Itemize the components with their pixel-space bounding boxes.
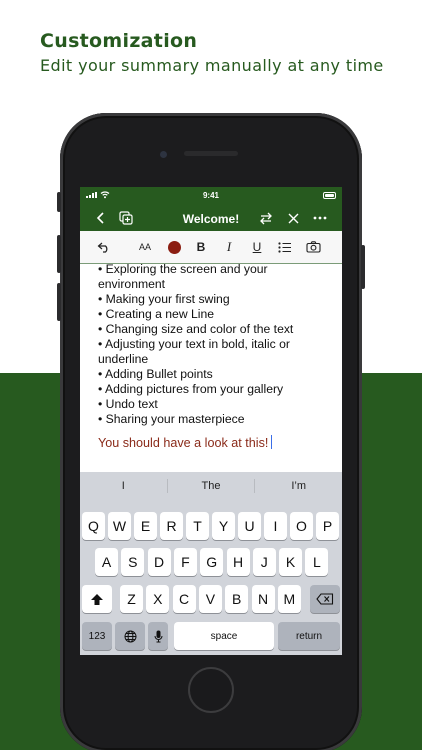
bold-button[interactable]: B — [192, 239, 210, 255]
close-icon — [288, 213, 298, 223]
camera-icon — [305, 241, 321, 253]
microphone-icon — [154, 630, 162, 642]
more-dots-icon — [313, 216, 327, 220]
undo-icon — [97, 242, 108, 253]
bullet-list-icon — [278, 241, 291, 253]
letter-key[interactable]: V — [198, 585, 222, 613]
phone-screen: 9:41 Welcome! AA B I U • Exploring the s… — [80, 187, 342, 655]
letter-key[interactable]: H — [226, 548, 250, 576]
document-line: • Changing size and color of the text — [98, 322, 294, 336]
letter-key[interactable]: M — [277, 585, 301, 613]
suggestion-3[interactable]: I’m — [255, 480, 342, 492]
text-color-button[interactable] — [165, 239, 183, 255]
document-line: • Adding pictures from your gallery — [98, 382, 284, 396]
document-line: • Undo text — [98, 397, 158, 411]
keyboard-row-1: QWERTYUIOP — [80, 512, 342, 540]
document-editor[interactable]: • Exploring the screen and your environme… — [80, 264, 342, 469]
dictation-key[interactable] — [148, 622, 168, 650]
shift-arrow-icon — [91, 593, 103, 605]
letter-key[interactable]: W — [108, 512, 131, 540]
document-line: underline — [98, 352, 149, 366]
swap-arrows-icon — [260, 212, 272, 224]
font-size-button[interactable]: AA — [136, 239, 154, 255]
letter-key[interactable]: R — [160, 512, 183, 540]
text-color-swatch — [167, 240, 181, 254]
italic-button[interactable]: I — [220, 239, 238, 255]
font-size-label: AA — [138, 242, 151, 252]
document-title: Welcome! — [182, 212, 240, 226]
letter-key[interactable]: Q — [82, 512, 105, 540]
promo-title: Customization — [40, 30, 198, 52]
keyboard-row-3: ZXCVBNM — [80, 585, 342, 613]
space-key[interactable]: space — [174, 622, 274, 650]
letter-key[interactable]: B — [225, 585, 249, 613]
return-key[interactable]: return — [278, 622, 340, 650]
shift-key[interactable] — [82, 585, 112, 613]
numbers-key[interactable]: 123 — [82, 622, 112, 650]
letter-key[interactable]: D — [147, 548, 171, 576]
front-camera — [160, 151, 167, 158]
swap-button[interactable] — [258, 210, 274, 226]
status-bar: 9:41 — [80, 187, 342, 205]
delete-key[interactable] — [310, 585, 340, 613]
more-button[interactable] — [312, 210, 328, 226]
globe-key[interactable] — [115, 622, 145, 650]
letter-key[interactable]: E — [134, 512, 157, 540]
letter-key[interactable]: G — [200, 548, 224, 576]
letter-key[interactable]: I — [264, 512, 287, 540]
letter-key[interactable]: O — [290, 512, 313, 540]
phone-volume-down — [57, 283, 61, 321]
suggestion-2[interactable]: The — [168, 480, 255, 492]
document-line: • Adding Bullet points — [98, 367, 213, 381]
predictive-bar: I The I’m — [80, 472, 342, 500]
letter-key[interactable]: Y — [212, 512, 235, 540]
letter-key[interactable]: A — [95, 548, 118, 576]
promo-subtitle: Edit your summary manually at any time — [40, 56, 384, 75]
phone-power-button — [361, 245, 365, 289]
bullet-list-button[interactable] — [276, 239, 294, 255]
suggestion-1[interactable]: I — [80, 480, 167, 492]
backspace-icon — [316, 593, 334, 605]
status-time: 9:41 — [202, 191, 219, 200]
earpiece-speaker — [184, 151, 238, 156]
document-body: • Exploring the screen and your environme… — [98, 264, 332, 427]
letter-key[interactable]: Z — [120, 585, 143, 613]
document-line: • Exploring the screen and your — [98, 264, 268, 276]
letter-key[interactable]: J — [252, 548, 276, 576]
letter-key[interactable]: T — [186, 512, 209, 540]
insert-photo-button[interactable] — [304, 239, 322, 255]
text-cursor — [271, 435, 273, 449]
letter-key[interactable]: K — [279, 548, 303, 576]
document-line: • Making your first swing — [98, 292, 230, 306]
highlighted-text: You should have a look at this! — [98, 436, 269, 450]
phone-volume-up — [57, 235, 61, 273]
letter-key[interactable]: S — [121, 548, 145, 576]
letter-key[interactable]: C — [172, 585, 196, 613]
document-line: environment — [98, 277, 166, 291]
globe-icon — [124, 630, 136, 642]
letter-key[interactable]: F — [173, 548, 197, 576]
document-line: • Adjusting your text in bold, italic or — [98, 337, 290, 351]
highlighted-line: You should have a look at this! — [98, 435, 332, 451]
keyboard-row-4: 123 space return — [80, 622, 342, 650]
undo-button[interactable] — [95, 239, 113, 255]
close-button[interactable] — [285, 210, 301, 226]
battery-icon — [323, 192, 336, 199]
document-line: • Sharing your masterpiece — [98, 412, 245, 426]
phone-mute-switch — [57, 192, 61, 212]
keyboard: I The I’m QWERTYUIOP ASDFGHJKL ZXCVBNM 1… — [80, 472, 342, 655]
keyboard-row-2: ASDFGHJKL — [80, 548, 342, 576]
letter-key[interactable]: P — [316, 512, 339, 540]
letter-key[interactable]: N — [251, 585, 275, 613]
letter-key[interactable]: X — [146, 585, 170, 613]
letter-key[interactable]: U — [238, 512, 261, 540]
navigation-bar: Welcome! — [80, 205, 342, 231]
letter-key[interactable]: L — [305, 548, 329, 576]
home-button[interactable] — [188, 667, 234, 713]
formatting-toolbar: AA B I U — [80, 231, 342, 264]
promo-header: Customization Edit your summary manually… — [40, 30, 384, 75]
underline-button[interactable]: U — [248, 239, 266, 255]
document-line: • Creating a new Line — [98, 307, 215, 321]
